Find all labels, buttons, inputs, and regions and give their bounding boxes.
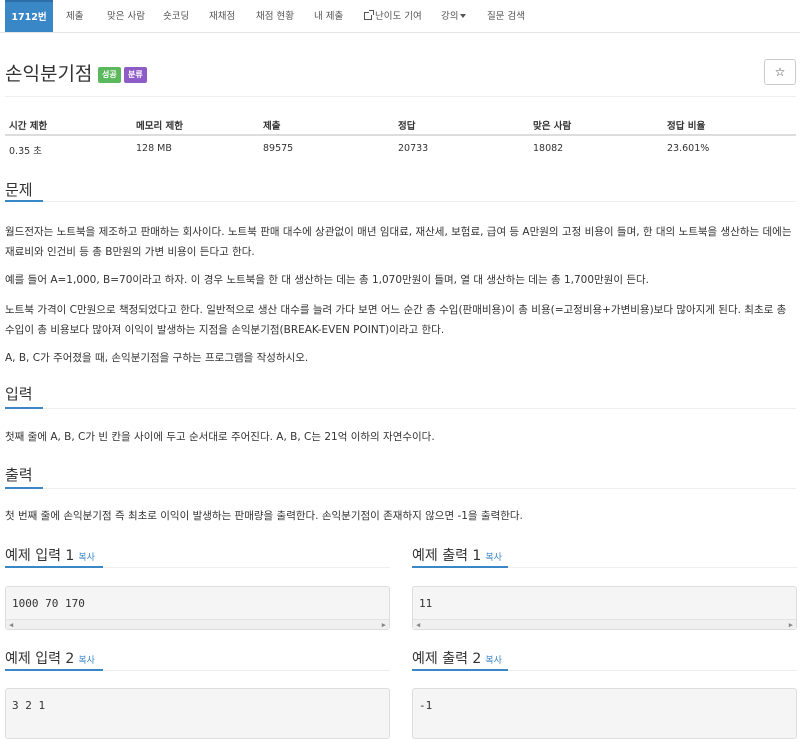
header-accepted-ratio: 정답 비율 — [667, 121, 706, 132]
value-submissions: 89575 — [263, 143, 294, 154]
copy-button[interactable]: 복사 — [78, 553, 95, 563]
sample-output-2-title: 예제 출력 2 복사 — [412, 648, 502, 668]
scroll-right-icon[interactable]: ▶ — [382, 621, 386, 629]
problem-paragraph: 노트북 가격이 C만원으로 책정되었다고 한다. 일반적으로 생산 대수를 늘려… — [5, 304, 787, 336]
star-icon: ☆ — [774, 65, 786, 79]
sample-input-1-box[interactable]: 1000 70 170 ◀ ▶ — [5, 586, 390, 630]
tab-difficulty-label: 난이도 기여 — [375, 11, 422, 22]
value-time-limit: 0.35 초 — [9, 146, 42, 157]
copy-button[interactable]: 복사 — [485, 553, 502, 563]
sample-input-1-title: 예제 입력 1 복사 — [5, 545, 95, 565]
scroll-left-icon[interactable]: ◀ — [9, 621, 13, 629]
scroll-right-icon[interactable]: ▶ — [789, 621, 793, 629]
section-divider — [5, 488, 796, 489]
section-underline — [5, 200, 43, 202]
section-heading-input: 입력 — [5, 385, 33, 403]
sample-input-1-label: 예제 입력 1 — [5, 548, 75, 564]
sample-output-1-box[interactable]: 11 ◀ ▶ — [412, 586, 797, 630]
output-description: 첫 번째 줄에 손익분기점 즉 최초로 이익이 발생하는 판매량을 출력한다. … — [5, 510, 523, 522]
tab-difficulty-contribution[interactable]: 난이도 기여 — [364, 0, 422, 32]
tab-short-coding[interactable]: 숏코딩 — [163, 0, 189, 32]
sample-input-1-code: 1000 70 170 — [12, 597, 85, 610]
table-header-divider — [5, 134, 796, 136]
sample-output-2-box[interactable]: -1 — [412, 688, 797, 739]
problem-paragraph: A, B, C가 주어졌을 때, 손익분기점을 구하는 프로그램을 작성하시오. — [5, 352, 309, 364]
section-divider — [5, 408, 796, 409]
section-divider — [5, 201, 796, 202]
scroll-left-icon[interactable]: ◀ — [416, 621, 420, 629]
horizontal-scrollbar[interactable]: ◀ ▶ — [413, 619, 796, 629]
sample-output-1-label: 예제 출력 1 — [412, 548, 482, 564]
sample-input-2-title: 예제 입력 2 복사 — [5, 648, 95, 668]
header-accepted: 정답 — [398, 121, 416, 132]
problem-paragraph: 예를 들어 A=1,000, B=70이라고 하자. 이 경우 노트북을 한 대… — [5, 274, 649, 286]
section-underline — [5, 487, 43, 489]
sample-input-2-code: 3 2 1 — [12, 699, 46, 712]
tab-status[interactable]: 채점 현황 — [256, 0, 294, 32]
section-heading-problem: 문제 — [5, 181, 33, 199]
sample-underline — [5, 566, 103, 568]
divider — [5, 96, 796, 97]
tab-problem-number[interactable]: 1712번 — [5, 0, 53, 32]
tab-accepted-users[interactable]: 맞은 사람 — [107, 0, 145, 32]
value-accepted-users: 18082 — [533, 143, 564, 154]
problem-menu: 1712번 제출 맞은 사람 숏코딩 재채점 채점 현황 내 제출 난이도 기여… — [0, 0, 800, 33]
sample-output-1-title: 예제 출력 1 복사 — [412, 545, 502, 565]
sample-output-2-label: 예제 출력 2 — [412, 651, 482, 667]
success-badge: 성공 — [98, 67, 121, 83]
tab-submit[interactable]: 제출 — [66, 0, 83, 32]
section-heading-output: 출력 — [5, 466, 33, 484]
problem-paragraph: 월드전자는 노트북을 제조하고 판매하는 회사이다. 노트북 판매 대수에 상관… — [5, 226, 792, 258]
copy-button[interactable]: 복사 — [485, 656, 502, 666]
input-description: 첫째 줄에 A, B, C가 빈 칸을 사이에 두고 순서대로 주어진다. A,… — [5, 431, 435, 443]
sample-underline — [412, 669, 508, 671]
tab-lectures-label: 강의 — [441, 11, 459, 22]
value-accepted: 20733 — [398, 143, 429, 154]
sample-input-2-label: 예제 입력 2 — [5, 651, 75, 667]
tab-lectures[interactable]: 강의 — [441, 0, 467, 32]
sample-underline — [5, 669, 103, 671]
copy-button[interactable]: 복사 — [78, 656, 95, 666]
header-time-limit: 시간 제한 — [9, 121, 48, 132]
header-memory-limit: 메모리 제한 — [136, 121, 184, 132]
tab-rejudge[interactable]: 재채점 — [209, 0, 235, 32]
header-accepted-users: 맞은 사람 — [533, 121, 572, 132]
tab-question-search[interactable]: 질문 검색 — [487, 0, 525, 32]
section-underline — [5, 407, 43, 409]
value-memory-limit: 128 MB — [136, 143, 172, 154]
sample-output-1-code: 11 — [419, 597, 433, 610]
sample-underline — [412, 566, 508, 568]
star-button[interactable]: ☆ — [764, 59, 796, 85]
sample-output-2-code: -1 — [419, 699, 433, 712]
header-submissions: 제출 — [263, 121, 281, 132]
value-accepted-ratio: 23.601% — [667, 143, 710, 154]
caret-down-icon — [460, 14, 467, 18]
tab-my-submissions[interactable]: 내 제출 — [314, 0, 343, 32]
external-link-icon — [364, 10, 374, 20]
category-badge[interactable]: 분류 — [124, 67, 147, 83]
page-title: 손익분기점 — [5, 63, 93, 85]
horizontal-scrollbar[interactable]: ◀ ▶ — [6, 619, 389, 629]
sample-input-2-box[interactable]: 3 2 1 — [5, 688, 390, 739]
